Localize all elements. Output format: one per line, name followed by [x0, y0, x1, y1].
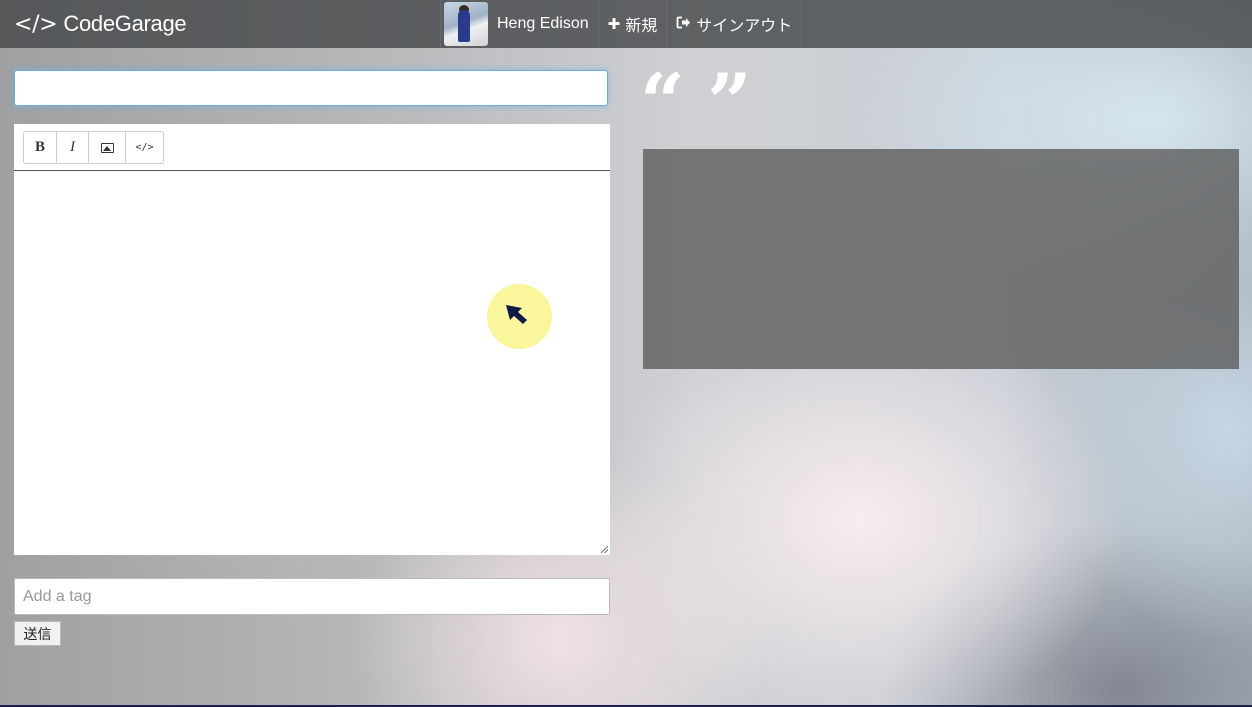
resize-handle[interactable]	[601, 546, 608, 553]
nav-menu: Heng Edison ✚ 新規 サインアウト	[440, 0, 803, 48]
new-post-link[interactable]: ✚ 新規	[597, 0, 667, 48]
insert-image-button[interactable]	[89, 132, 126, 163]
user-name: Heng Edison	[497, 15, 589, 32]
italic-button[interactable]: I	[57, 132, 89, 163]
preview-panel	[643, 149, 1239, 369]
submit-button[interactable]: 送信	[14, 621, 61, 646]
brand-name: CodeGarage	[63, 11, 187, 36]
plus-icon: ✚	[607, 15, 621, 33]
brand-link[interactable]: </> CodeGarage	[14, 0, 187, 48]
navbar: </> CodeGarage Heng Edison ✚ 新規 サインアウト	[0, 0, 1252, 48]
code-button[interactable]: </>	[126, 132, 163, 163]
quote-close-icon: ”	[706, 64, 752, 116]
code-icon: </>	[14, 11, 58, 37]
tag-input[interactable]	[14, 578, 610, 615]
quote-open-icon: “	[640, 64, 685, 116]
new-post-label: 新規	[625, 18, 658, 35]
cursor-highlight	[487, 284, 552, 349]
sign-out-label: サインアウト	[696, 18, 793, 35]
image-icon	[100, 142, 114, 153]
format-button-group: B I </>	[23, 131, 164, 164]
title-input[interactable]	[14, 70, 608, 106]
avatar	[444, 2, 488, 46]
user-profile-link[interactable]: Heng Edison	[440, 0, 598, 48]
editor-toolbar: B I </>	[14, 124, 610, 171]
sign-out-link[interactable]: サインアウト	[666, 0, 803, 48]
bold-button[interactable]: B	[24, 132, 57, 163]
quote-marks: “ ”	[640, 64, 752, 116]
sign-out-icon	[676, 15, 691, 33]
cursor-arrow-icon	[506, 305, 527, 324]
body-textarea[interactable]	[14, 171, 610, 555]
